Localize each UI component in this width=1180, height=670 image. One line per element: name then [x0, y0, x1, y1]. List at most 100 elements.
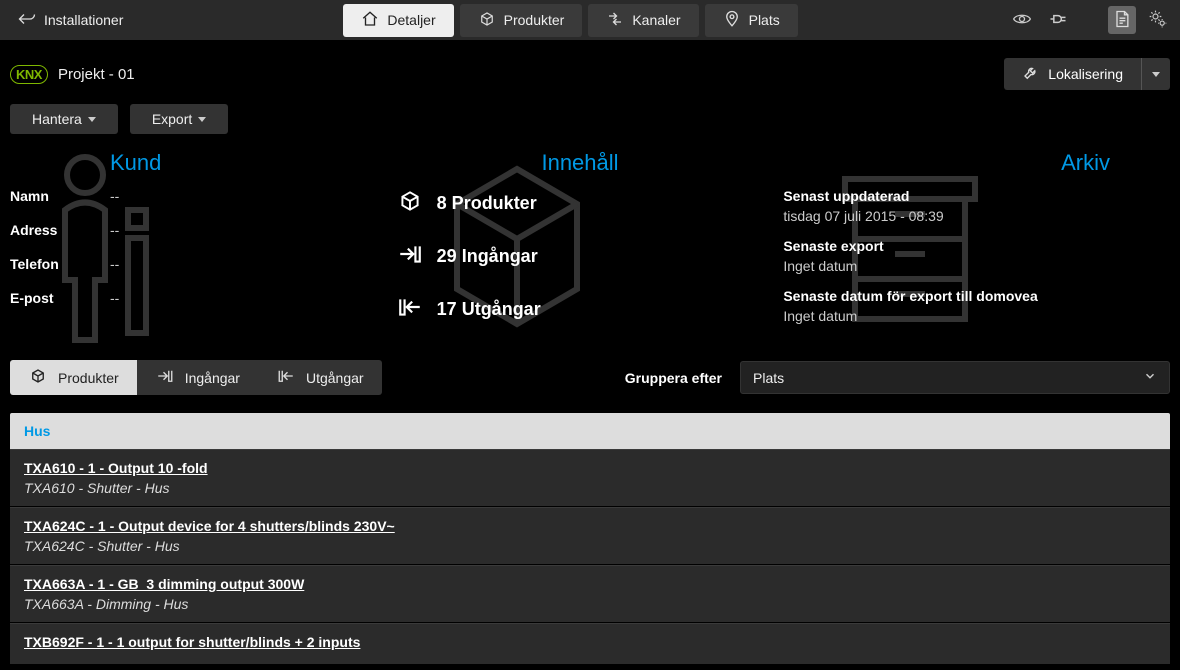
localize-dropdown[interactable] [1141, 58, 1170, 90]
content-outputs: 17 Utgångar [397, 294, 784, 325]
connect-button[interactable] [1044, 6, 1072, 34]
content-inputs-text: 29 Ingångar [437, 246, 538, 267]
subtab-products[interactable]: Produkter [10, 360, 137, 395]
group-by-label: Gruppera efter [625, 370, 722, 386]
tab-details-label: Detaljer [387, 12, 435, 28]
name-label: Namn [10, 188, 110, 204]
list-item[interactable]: TXA624C - 1 - Output device for 4 shutte… [10, 507, 1170, 565]
email-label: E-post [10, 290, 110, 306]
name-value: -- [110, 188, 119, 204]
tab-products[interactable]: Produkter [460, 4, 583, 37]
knx-logo: KNX [10, 65, 48, 84]
list-item-sub: TXA663A - Dimming - Hus [24, 596, 1156, 612]
cube-icon [397, 188, 423, 219]
gears-icon [1148, 9, 1168, 32]
localize-main[interactable]: Lokalisering [1004, 64, 1141, 85]
list-item-sub: TXA624C - Shutter - Hus [24, 538, 1156, 554]
channels-icon [606, 10, 624, 31]
content-products-text: 8 Produkter [437, 193, 537, 214]
content-products: 8 Produkter [397, 188, 784, 219]
content-column: Innehåll 8 Produkter 29 Ingångar 17 Utgå… [397, 150, 784, 340]
topbar: Installationer Detaljer Produkter Kanale… [0, 0, 1180, 40]
chevron-down-icon [1143, 369, 1157, 386]
chevron-down-icon [198, 117, 206, 122]
settings-button[interactable] [1144, 6, 1172, 34]
project-header: KNX Projekt - 01 Lokalisering [0, 40, 1180, 100]
input-arrow-icon [397, 241, 423, 272]
output-arrow-icon [276, 367, 296, 388]
export-label: Senaste export [783, 238, 1170, 254]
sub-tabs: Produkter Ingångar Utgångar [10, 360, 382, 395]
phone-value: -- [110, 256, 119, 272]
tab-channels-label: Kanaler [632, 12, 680, 28]
list-item-title: TXB692F - 1 - 1 output for shutter/blind… [24, 634, 1156, 650]
tab-products-label: Produkter [504, 12, 565, 28]
updated-label: Senast uppdaterad [783, 188, 1170, 204]
archive-column: Arkiv Senast uppdaterad tisdag 07 juli 2… [783, 150, 1170, 340]
localize-button[interactable]: Lokalisering [1004, 58, 1170, 90]
input-arrow-icon [155, 367, 175, 388]
updated-value: tisdag 07 juli 2015 - 08:39 [783, 208, 1170, 224]
topbar-right [1008, 6, 1172, 34]
list-item[interactable]: TXB692F - 1 - 1 output for shutter/blind… [10, 623, 1170, 665]
subtab-outputs[interactable]: Utgångar [258, 360, 382, 395]
domovea-value: Inget datum [783, 308, 1170, 324]
project-name: Projekt - 01 [58, 66, 135, 83]
document-icon [1112, 9, 1132, 32]
nav-tabs: Detaljer Produkter Kanaler Plats [343, 4, 797, 37]
chevron-down-icon [1152, 72, 1160, 77]
document-button[interactable] [1108, 6, 1136, 34]
wrench-icon [1022, 64, 1040, 85]
address-label: Adress [10, 222, 110, 238]
person-bg-icon [40, 150, 160, 353]
summary-columns: Kund Namn-- Adress-- Telefon-- E-post-- … [0, 150, 1180, 360]
archive-title: Arkiv [783, 150, 1170, 176]
list-item-title: TXA610 - 1 - Output 10 -fold [24, 460, 1156, 476]
tab-channels[interactable]: Kanaler [588, 4, 698, 37]
tab-details[interactable]: Detaljer [343, 4, 453, 37]
address-value: -- [110, 222, 119, 238]
list-group-header: Hus [10, 413, 1170, 449]
back-button[interactable]: Installationer [8, 8, 133, 33]
list-item[interactable]: TXA663A - 1 - GB_3 dimming output 300W T… [10, 565, 1170, 623]
list-item-title: TXA624C - 1 - Output device for 4 shutte… [24, 518, 1156, 534]
plug-icon [1048, 9, 1068, 32]
content-inputs: 29 Ingångar [397, 241, 784, 272]
product-list: Hus TXA610 - 1 - Output 10 -fold TXA610 … [0, 413, 1180, 665]
group-by-select[interactable]: Plats [740, 361, 1170, 394]
cube-icon [478, 10, 496, 31]
export-label: Export [152, 111, 192, 127]
house-icon [361, 10, 379, 31]
content-title: Innehåll [377, 150, 784, 176]
action-row: Hantera Export [0, 100, 1180, 150]
manage-button[interactable]: Hantera [10, 104, 118, 134]
phone-label: Telefon [10, 256, 110, 272]
back-label: Installationer [44, 12, 123, 28]
localize-label: Lokalisering [1048, 66, 1123, 82]
subtab-outputs-label: Utgångar [306, 370, 364, 386]
sub-tab-bar: Produkter Ingångar Utgångar Gruppera eft… [0, 360, 1180, 395]
subtab-products-label: Produkter [58, 370, 119, 386]
group-by-value: Plats [753, 370, 784, 386]
domovea-label: Senaste datum för export till domovea [783, 288, 1170, 304]
list-item[interactable]: TXA610 - 1 - Output 10 -fold TXA610 - Sh… [10, 449, 1170, 507]
eye-icon [1012, 9, 1032, 32]
output-arrow-icon [397, 294, 423, 325]
list-item-sub: TXA610 - Shutter - Hus [24, 480, 1156, 496]
manage-label: Hantera [32, 111, 82, 127]
back-arrow-icon [18, 12, 36, 29]
list-item-title: TXA663A - 1 - GB_3 dimming output 300W [24, 576, 1156, 592]
subtab-inputs-label: Ingångar [185, 370, 240, 386]
customer-column: Kund Namn-- Adress-- Telefon-- E-post-- [10, 150, 397, 340]
pin-icon [723, 10, 741, 31]
subtab-inputs[interactable]: Ingångar [137, 360, 258, 395]
visibility-button[interactable] [1008, 6, 1036, 34]
chevron-down-icon [88, 117, 96, 122]
email-value: -- [110, 290, 119, 306]
content-outputs-text: 17 Utgångar [437, 299, 541, 320]
export-value: Inget datum [783, 258, 1170, 274]
tab-location-label: Plats [749, 12, 780, 28]
export-button[interactable]: Export [130, 104, 228, 134]
tab-location[interactable]: Plats [705, 4, 798, 37]
cube-icon [28, 367, 48, 388]
